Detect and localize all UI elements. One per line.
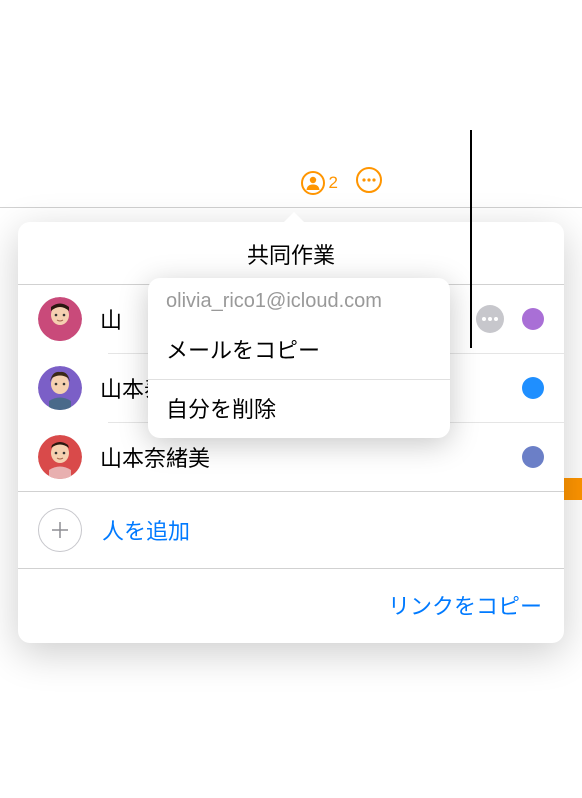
context-menu: olivia_rico1@icloud.com メールをコピー 自分を削除	[148, 278, 450, 438]
more-button[interactable]	[356, 167, 382, 198]
background-accent	[564, 478, 582, 500]
plus-circle-icon	[38, 508, 82, 552]
memoji-icon	[38, 435, 82, 479]
avatar	[38, 366, 82, 410]
remove-self-item[interactable]: 自分を削除	[148, 380, 450, 438]
person-icon	[301, 171, 325, 195]
presence-color-dot	[522, 446, 544, 468]
person-name: 山本奈緒美	[100, 441, 504, 473]
blank-area	[0, 0, 582, 158]
presence-color-dot	[522, 308, 544, 330]
ellipsis-circle-icon	[356, 167, 382, 193]
collaborator-count: 2	[329, 173, 338, 193]
avatar	[38, 435, 82, 479]
person-more-button[interactable]	[476, 305, 504, 333]
add-people-label: 人を追加	[102, 514, 190, 546]
ellipsis-icon	[481, 316, 499, 322]
popover-title: 共同作業	[18, 222, 564, 284]
callout-line	[470, 130, 472, 348]
memoji-icon	[38, 366, 82, 410]
popover-footer: リンクをコピー	[18, 568, 564, 643]
copy-link-button[interactable]: リンクをコピー	[388, 594, 542, 619]
add-people-button[interactable]: 人を追加	[18, 491, 564, 568]
collaboration-button[interactable]: 2	[301, 171, 338, 195]
avatar	[38, 297, 82, 341]
memoji-icon	[38, 297, 82, 341]
plus-icon	[49, 519, 71, 541]
context-menu-email: olivia_rico1@icloud.com	[148, 278, 450, 321]
toolbar: 2	[0, 158, 582, 208]
presence-color-dot	[522, 377, 544, 399]
copy-email-item[interactable]: メールをコピー	[148, 321, 450, 379]
